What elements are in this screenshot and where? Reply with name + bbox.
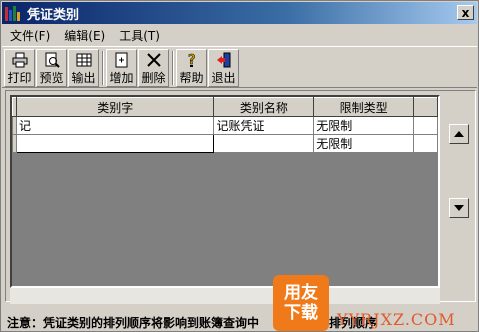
column-header-extra bbox=[413, 97, 438, 117]
watermark-line1: 用友 bbox=[284, 282, 318, 303]
export-label: 输出 bbox=[71, 71, 96, 85]
menu-edit[interactable]: 编辑(E) bbox=[64, 27, 105, 44]
app-icon bbox=[5, 5, 21, 21]
menu-file[interactable]: 文件(F) bbox=[10, 27, 50, 44]
toolbar: 打印 预览 输出 增加 删除 ? 帮助 退出 bbox=[2, 46, 477, 88]
help-button[interactable]: ? 帮助 bbox=[176, 49, 207, 87]
cell-code[interactable]: 记 bbox=[16, 116, 215, 135]
preview-button[interactable]: 预览 bbox=[36, 49, 67, 87]
column-header-code[interactable]: 类别字 bbox=[15, 97, 215, 117]
cell-extra bbox=[413, 116, 438, 135]
toolbar-separator bbox=[102, 51, 104, 85]
menu-bar: 文件(F) 编辑(E) 工具(T) bbox=[2, 25, 477, 45]
cell-name[interactable] bbox=[213, 134, 315, 153]
exit-door-icon bbox=[215, 52, 233, 68]
print-label: 打印 bbox=[7, 71, 32, 85]
watermark-url: YYRJXZ.COM bbox=[337, 310, 456, 329]
add-label: 增加 bbox=[109, 71, 134, 85]
notice-main: 注意：凭证类别的排列顺序将影响到账簿查询中 bbox=[7, 316, 260, 330]
cell-name[interactable]: 记账凭证 bbox=[213, 116, 315, 135]
cell-limit[interactable]: 无限制 bbox=[313, 134, 415, 153]
export-button[interactable]: 输出 bbox=[68, 49, 99, 87]
exit-button[interactable]: 退出 bbox=[208, 49, 239, 87]
watermark-line2: 下载 bbox=[284, 303, 318, 323]
move-down-button[interactable] bbox=[449, 198, 469, 218]
delete-label: 删除 bbox=[141, 71, 166, 85]
export-icon bbox=[75, 52, 93, 68]
preview-icon bbox=[43, 52, 61, 68]
help-label: 帮助 bbox=[179, 71, 204, 85]
triangle-up-icon bbox=[454, 131, 464, 137]
add-button[interactable]: 增加 bbox=[106, 49, 137, 87]
menu-tools[interactable]: 工具(T) bbox=[119, 27, 160, 44]
help-icon: ? bbox=[183, 52, 201, 68]
table-row[interactable]: 记 记账凭证 无限制 bbox=[12, 116, 438, 135]
triangle-down-icon bbox=[454, 205, 464, 211]
close-button[interactable]: x bbox=[457, 5, 474, 20]
printer-icon bbox=[11, 52, 29, 68]
cell-extra bbox=[413, 134, 438, 153]
toolbar-separator bbox=[172, 51, 174, 85]
add-icon bbox=[113, 52, 131, 68]
cell-code-editor[interactable] bbox=[15, 134, 215, 153]
delete-icon bbox=[145, 52, 163, 68]
move-up-button[interactable] bbox=[449, 124, 469, 144]
watermark-logo: 用友 下载 bbox=[273, 275, 329, 331]
horizontal-scrollbar[interactable] bbox=[10, 288, 440, 304]
header-row: 类别字 类别名称 限制类型 bbox=[12, 97, 438, 117]
close-icon: x bbox=[461, 5, 470, 20]
print-button[interactable]: 打印 bbox=[4, 49, 35, 87]
exit-label: 退出 bbox=[211, 71, 236, 85]
preview-label: 预览 bbox=[39, 71, 64, 85]
category-grid[interactable]: 类别字 类别名称 限制类型 记 记账凭证 无限制 无限制 bbox=[10, 95, 440, 288]
table-row[interactable]: 无限制 bbox=[12, 134, 438, 153]
delete-button[interactable]: 删除 bbox=[138, 49, 169, 87]
cell-limit[interactable]: 无限制 bbox=[313, 116, 415, 135]
column-header-limit[interactable]: 限制类型 bbox=[313, 97, 415, 117]
category-table: 类别字 类别名称 限制类型 记 记账凭证 无限制 无限制 bbox=[12, 97, 438, 153]
title-bar[interactable]: 凭证类别 x bbox=[2, 2, 477, 24]
main-window: 凭证类别 x 文件(F) 编辑(E) 工具(T) 打印 预览 输出 增加 删除 … bbox=[0, 0, 479, 332]
column-header-name[interactable]: 类别名称 bbox=[213, 97, 315, 117]
window-title: 凭证类别 bbox=[27, 7, 80, 23]
